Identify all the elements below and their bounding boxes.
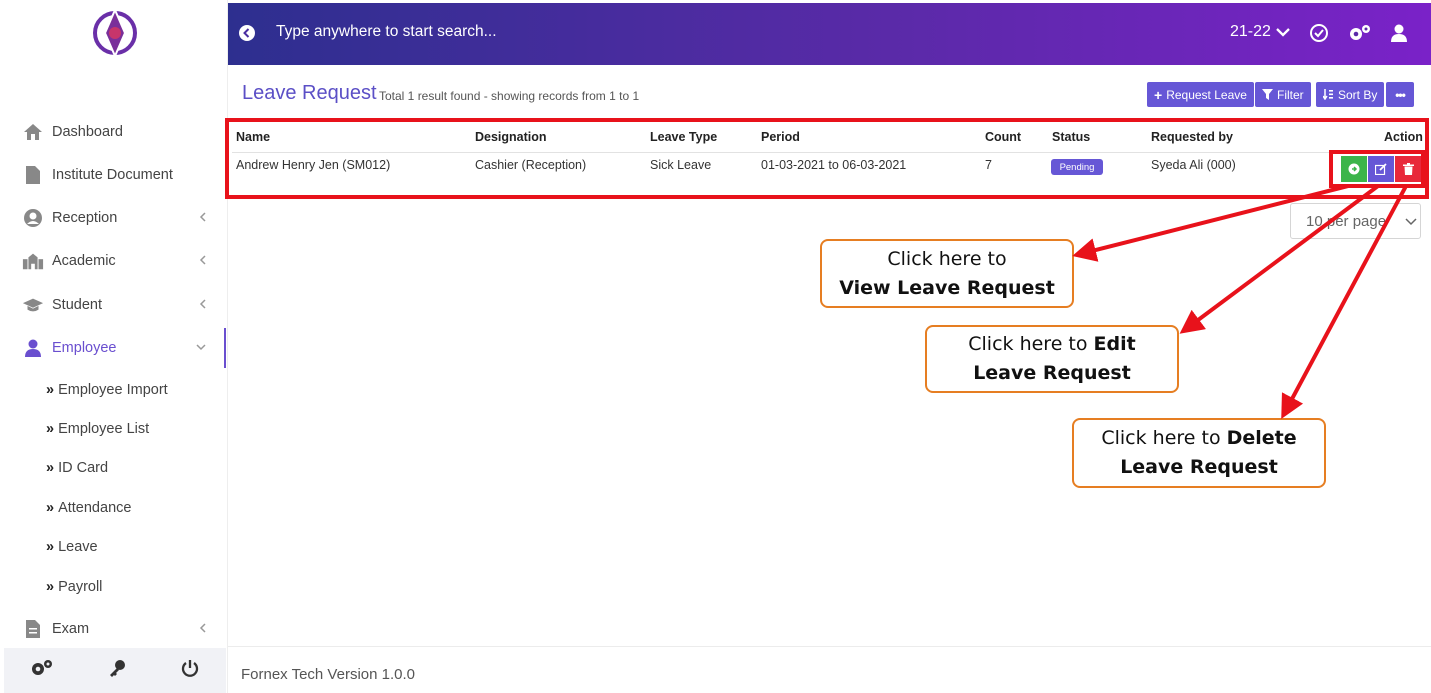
column-header-designation[interactable]: Designation — [475, 130, 547, 144]
chevron-left-icon — [196, 621, 210, 635]
cell-count: 7 — [985, 158, 992, 172]
sidebar-subitem-attendance[interactable]: » Attendance — [46, 493, 131, 523]
search-input[interactable]: Type anywhere to start search... — [276, 23, 497, 41]
sidebar-item-institute-document[interactable]: Institute Document — [4, 155, 226, 195]
cell-period: 01-03-2021 to 06-03-2021 — [761, 158, 907, 172]
sidebar-item-exam[interactable]: Exam — [4, 609, 226, 649]
sidebar-item-label: Reception — [52, 210, 118, 226]
double-chevron-icon: » — [46, 539, 55, 555]
column-header-count[interactable]: Count — [985, 130, 1021, 144]
double-chevron-icon: » — [46, 460, 55, 476]
power-icon[interactable] — [180, 658, 200, 683]
sidebar-item-label: Dashboard — [52, 124, 123, 140]
more-options-button[interactable]: ••• — [1386, 82, 1414, 107]
session-year-dropdown[interactable]: 21-22 — [1230, 23, 1291, 41]
sort-by-button[interactable]: Sort By — [1316, 82, 1385, 107]
column-header-status[interactable]: Status — [1052, 130, 1090, 144]
plus-icon: + — [1154, 86, 1163, 103]
cell-designation: Cashier (Reception) — [475, 158, 587, 172]
sidebar-item-reception[interactable]: Reception — [4, 198, 226, 238]
ellipsis-icon: ••• — [1395, 87, 1406, 102]
chevron-down-icon — [194, 340, 208, 354]
cell-name: Andrew Henry Jen (SM012) — [236, 158, 391, 172]
back-arrow-icon[interactable] — [238, 24, 256, 42]
chevron-down-icon — [1405, 218, 1417, 226]
check-circle-icon[interactable] — [1309, 23, 1329, 43]
sort-icon — [1323, 89, 1333, 100]
column-header-name[interactable]: Name — [236, 130, 270, 144]
sidebar-item-academic[interactable]: Academic — [4, 241, 226, 281]
top-bar: Type anywhere to start search... 21-22 — [228, 3, 1431, 65]
sidebar-item-student[interactable]: Student — [4, 285, 226, 325]
user-icon[interactable] — [1389, 23, 1409, 43]
user-circle-icon — [22, 207, 44, 229]
sidebar-subitem-payroll[interactable]: » Payroll — [46, 572, 102, 602]
footer-version: Fornex Tech Version 1.0.0 — [241, 666, 415, 683]
view-leave-button[interactable] — [1341, 156, 1367, 182]
sidebar-subitem-id-card[interactable]: » ID Card — [46, 453, 108, 483]
sidebar-item-label: Exam — [52, 621, 90, 637]
double-chevron-icon: » — [46, 579, 55, 595]
column-header-action: Action — [1384, 130, 1423, 144]
callout-edit: Click here to Edit Leave Request — [925, 325, 1179, 393]
footer-divider — [228, 646, 1431, 647]
arrow-circle-right-icon — [1348, 163, 1360, 175]
settings-gears-icon[interactable] — [30, 658, 54, 683]
edit-leave-button[interactable] — [1368, 156, 1394, 182]
sidebar-footer — [4, 648, 226, 693]
file-icon — [22, 618, 44, 640]
sidebar-subitem-employee-list[interactable]: » Employee List — [46, 414, 149, 444]
sidebar-item-label: Employee — [52, 340, 117, 356]
cell-leave-type: Sick Leave — [650, 158, 712, 172]
document-icon — [22, 164, 44, 186]
double-chevron-icon: » — [46, 421, 55, 437]
per-page-select[interactable]: 10 per page — [1290, 203, 1421, 239]
logo[interactable] — [88, 6, 142, 60]
filter-button[interactable]: Filter — [1255, 82, 1311, 107]
column-header-period[interactable]: Period — [761, 130, 800, 144]
sidebar-subitem-leave[interactable]: » Leave — [46, 532, 98, 562]
employee-icon — [22, 337, 44, 359]
chevron-left-icon — [196, 210, 210, 224]
sidebar-item-label: Student — [52, 297, 102, 313]
school-icon — [22, 250, 44, 272]
sidebar-subitem-employee-import[interactable]: » Employee Import — [46, 375, 168, 405]
delete-leave-button[interactable] — [1395, 156, 1421, 182]
home-icon — [22, 121, 44, 143]
chevron-down-icon — [1276, 28, 1290, 37]
sidebar-item-label: Institute Document — [52, 167, 173, 183]
chevron-left-icon — [196, 253, 210, 267]
double-chevron-icon: » — [46, 500, 55, 516]
graduation-cap-icon — [22, 294, 44, 316]
status-badge: Pending — [1051, 159, 1103, 175]
double-chevron-icon: » — [46, 382, 55, 398]
chevron-left-icon — [196, 297, 210, 311]
filter-icon — [1262, 89, 1273, 100]
request-leave-button[interactable]: + Request Leave — [1147, 82, 1254, 107]
settings-gears-icon[interactable] — [1348, 23, 1372, 43]
callout-view: Click here to View Leave Request — [820, 239, 1074, 308]
sidebar: Dashboard Institute Document Reception A… — [0, 0, 228, 693]
page-title: Leave Request — [242, 82, 377, 104]
sidebar-item-dashboard[interactable]: Dashboard — [4, 112, 226, 152]
header-divider — [232, 152, 1424, 153]
trash-icon — [1402, 163, 1414, 175]
sidebar-item-label: Academic — [52, 253, 116, 269]
sidebar-item-employee[interactable]: Employee — [4, 328, 226, 368]
callout-delete: Click here to Delete Leave Request — [1072, 418, 1326, 488]
page-subtitle: Total 1 result found - showing records f… — [379, 89, 640, 103]
cell-requested-by: Syeda Ali (000) — [1151, 158, 1236, 172]
column-header-leave-type[interactable]: Leave Type — [650, 130, 717, 144]
key-icon[interactable] — [107, 658, 127, 683]
edit-icon — [1375, 163, 1387, 175]
column-header-requested-by[interactable]: Requested by — [1151, 130, 1233, 144]
